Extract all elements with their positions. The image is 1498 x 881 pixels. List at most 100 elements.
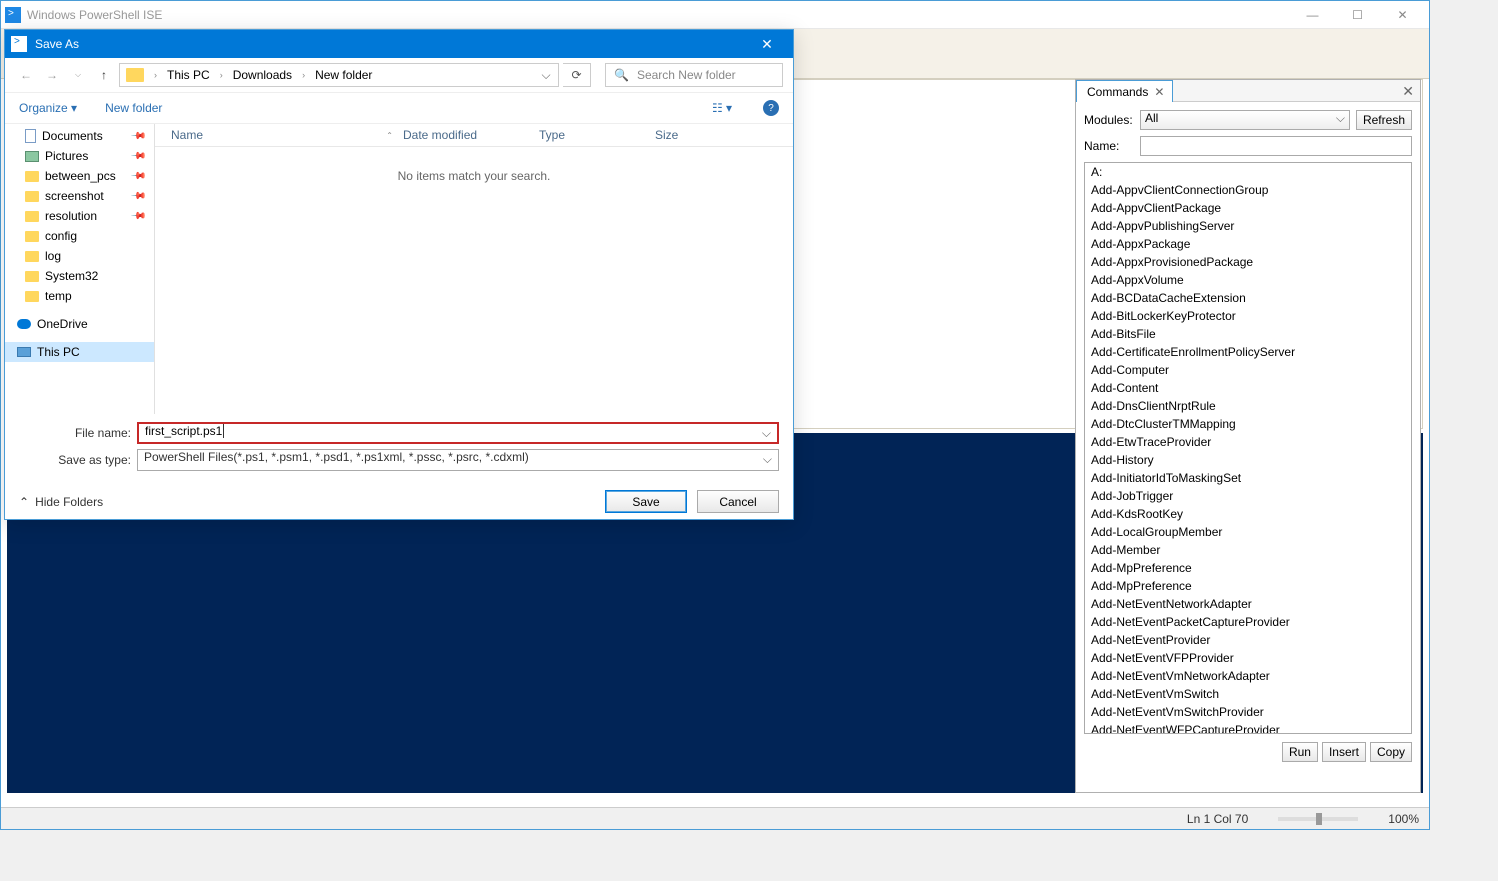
column-type[interactable]: Type [539, 128, 655, 142]
column-date[interactable]: Date modified [403, 128, 539, 142]
breadcrumb[interactable]: › This PC › Downloads › New folder ⌵ [119, 63, 559, 87]
chevron-up-icon: ⌃ [19, 495, 29, 509]
name-filter-input[interactable] [1140, 136, 1412, 156]
nav-recent-icon[interactable]: ⌵ [67, 64, 89, 86]
command-item[interactable]: Add-AppxVolume [1085, 271, 1411, 289]
file-list-header[interactable]: Name⌃ Date modified Type Size [155, 124, 793, 147]
breadcrumb-dropdown-icon[interactable]: ⌵ [536, 68, 556, 83]
insert-button[interactable]: Insert [1322, 742, 1366, 762]
minimize-button[interactable]: — [1290, 1, 1335, 29]
nav-forward-icon[interactable]: → [41, 64, 63, 86]
filename-input[interactable]: first_script.ps1 [137, 422, 779, 444]
tree-temp[interactable]: temp [5, 286, 154, 306]
tree-resolution[interactable]: resolution📌 [5, 206, 154, 226]
cancel-button[interactable]: Cancel [697, 490, 779, 513]
navigation-tree[interactable]: Documents📌 Pictures📌 between_pcs📌 screen… [5, 124, 155, 414]
tree-config[interactable]: config [5, 226, 154, 246]
modules-label: Modules: [1084, 113, 1134, 127]
command-item[interactable]: Add-NetEventVmSwitch [1085, 685, 1411, 703]
refresh-button[interactable]: Refresh [1356, 110, 1412, 130]
save-button[interactable]: Save [605, 490, 687, 513]
folder-icon [25, 291, 39, 302]
pin-icon: 📌 [129, 128, 146, 145]
command-item[interactable]: Add-AppvPublishingServer [1085, 217, 1411, 235]
new-folder-button[interactable]: New folder [105, 101, 162, 115]
app-title: Windows PowerShell ISE [27, 8, 1290, 22]
command-item[interactable]: Add-BitsFile [1085, 325, 1411, 343]
command-item[interactable]: Add-Content [1085, 379, 1411, 397]
command-item[interactable]: Add-Member [1085, 541, 1411, 559]
nav-back-icon[interactable]: ← [15, 64, 37, 86]
pin-icon: 📌 [129, 188, 146, 205]
command-item[interactable]: Add-CertificateEnrollmentPolicyServer [1085, 343, 1411, 361]
command-item[interactable]: Add-NetEventNetworkAdapter [1085, 595, 1411, 613]
help-icon[interactable]: ? [763, 100, 779, 116]
savetype-select[interactable]: PowerShell Files(*.ps1, *.psm1, *.psd1, … [137, 449, 779, 471]
tree-log[interactable]: log [5, 246, 154, 266]
command-item[interactable]: Add-MpPreference [1085, 577, 1411, 595]
command-item[interactable]: Add-NetEventVmSwitchProvider [1085, 703, 1411, 721]
tree-screenshot[interactable]: screenshot📌 [5, 186, 154, 206]
command-item[interactable]: Add-AppvClientConnectionGroup [1085, 181, 1411, 199]
pictures-icon [25, 151, 39, 162]
status-bar: Ln 1 Col 70 100% [1, 807, 1429, 829]
command-item[interactable]: A: [1085, 163, 1411, 181]
command-item[interactable]: Add-MpPreference [1085, 559, 1411, 577]
command-item[interactable]: Add-AppxPackage [1085, 235, 1411, 253]
command-item[interactable]: Add-BitLockerKeyProtector [1085, 307, 1411, 325]
command-item[interactable]: Add-LocalGroupMember [1085, 523, 1411, 541]
panel-close-icon[interactable]: ✕ [1402, 83, 1414, 100]
modules-select[interactable]: All⌵ [1140, 110, 1350, 130]
command-item[interactable]: Add-NetEventVmNetworkAdapter [1085, 667, 1411, 685]
dialog-close-button[interactable]: ✕ [747, 30, 787, 58]
command-item[interactable]: Add-DnsClientNrptRule [1085, 397, 1411, 415]
pc-icon [17, 347, 31, 357]
command-item[interactable]: Add-Computer [1085, 361, 1411, 379]
command-item[interactable]: Add-BCDataCacheExtension [1085, 289, 1411, 307]
zoom-slider[interactable] [1278, 817, 1358, 821]
nav-up-icon[interactable]: ↑ [93, 64, 115, 86]
close-button[interactable]: ✕ [1380, 1, 1425, 29]
commands-panel: Commands ✕ ✕ Modules: All⌵ Refresh Name:… [1075, 79, 1421, 793]
breadcrumb-root[interactable]: This PC [163, 68, 214, 82]
command-item[interactable]: Add-NetEventProvider [1085, 631, 1411, 649]
run-button[interactable]: Run [1282, 742, 1318, 762]
organize-button[interactable]: Organize ▾ [19, 101, 77, 115]
commands-tab[interactable]: Commands ✕ [1076, 80, 1173, 102]
tree-onedrive[interactable]: OneDrive [5, 314, 154, 334]
view-options-icon[interactable]: ☷ ▾ [709, 98, 735, 118]
tree-documents[interactable]: Documents📌 [5, 126, 154, 146]
command-item[interactable]: Add-History [1085, 451, 1411, 469]
command-item[interactable]: Add-KdsRootKey [1085, 505, 1411, 523]
app-icon [5, 7, 21, 23]
hide-folders-button[interactable]: ⌃Hide Folders [19, 495, 103, 509]
column-size[interactable]: Size [655, 128, 735, 142]
command-item[interactable]: Add-DtcClusterTMMapping [1085, 415, 1411, 433]
command-item[interactable]: Add-NetEventWFPCaptureProvider [1085, 721, 1411, 734]
command-item[interactable]: Add-NetEventVFPProvider [1085, 649, 1411, 667]
command-item[interactable]: Add-AppvClientPackage [1085, 199, 1411, 217]
breadcrumb-newfolder[interactable]: New folder [311, 68, 376, 82]
copy-button[interactable]: Copy [1370, 742, 1412, 762]
column-name: Name⌃ [155, 128, 403, 142]
breadcrumb-downloads[interactable]: Downloads [229, 68, 296, 82]
command-item[interactable]: Add-NetEventPacketCaptureProvider [1085, 613, 1411, 631]
tree-pictures[interactable]: Pictures📌 [5, 146, 154, 166]
tree-between-pcs[interactable]: between_pcs📌 [5, 166, 154, 186]
zoom-level: 100% [1388, 812, 1419, 826]
folder-icon [126, 68, 144, 82]
tree-this-pc[interactable]: This PC [5, 342, 154, 362]
tree-system32[interactable]: System32 [5, 266, 154, 286]
command-item[interactable]: Add-InitiatorIdToMaskingSet [1085, 469, 1411, 487]
command-item[interactable]: Add-AppxProvisionedPackage [1085, 253, 1411, 271]
tab-close-icon[interactable]: ✕ [1154, 85, 1164, 99]
commands-tab-label: Commands [1087, 85, 1148, 99]
command-item[interactable]: Add-JobTrigger [1085, 487, 1411, 505]
maximize-button[interactable]: ☐ [1335, 1, 1380, 29]
search-icon: 🔍 [614, 68, 629, 82]
command-item[interactable]: Add-EtwTraceProvider [1085, 433, 1411, 451]
nav-refresh-icon[interactable]: ⟳ [563, 63, 591, 87]
commands-list[interactable]: A:Add-AppvClientConnectionGroupAdd-AppvC… [1084, 162, 1412, 734]
name-label: Name: [1084, 139, 1134, 153]
search-input[interactable]: 🔍 Search New folder [605, 63, 783, 87]
